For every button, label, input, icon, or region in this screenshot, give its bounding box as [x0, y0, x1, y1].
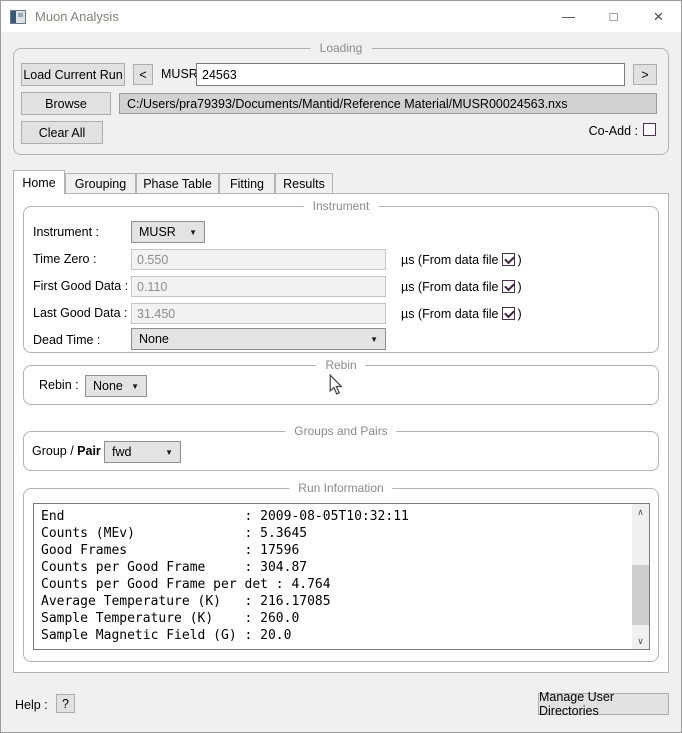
close-button[interactable]: × — [636, 1, 681, 32]
time-zero-from-file-checkbox[interactable] — [501, 253, 515, 266]
tab-phase-table[interactable]: Phase Table — [136, 173, 219, 193]
loading-group-title: Loading — [310, 41, 372, 55]
load-current-run-button[interactable]: Load Current Run — [21, 63, 125, 86]
time-zero-input — [131, 249, 386, 270]
instrument-combobox[interactable]: MUSR ▼ — [131, 221, 205, 243]
title-bar: Muon Analysis — □ × — [1, 1, 681, 32]
dead-time-combobox-value: None — [139, 332, 169, 346]
rebin-combobox[interactable]: None ▼ — [85, 375, 147, 397]
rebin-combobox-value: None — [93, 379, 123, 393]
window-title: Muon Analysis — [35, 9, 119, 24]
next-run-button[interactable]: > — [633, 64, 657, 85]
tab-fitting[interactable]: Fitting — [219, 173, 275, 193]
chevron-down-icon: ▼ — [370, 334, 378, 344]
first-good-from-file-checkbox[interactable] — [501, 280, 515, 293]
tab-home[interactable]: Home — [13, 170, 65, 194]
run-info-scrollbar[interactable]: ∧ ∨ — [632, 504, 649, 649]
instrument-group-title: Instrument — [303, 199, 379, 213]
rebin-group-title: Rebin — [316, 358, 366, 372]
co-add-label: Co-Add : — [588, 124, 638, 138]
group-pair-label-prefix: Group / — [32, 444, 74, 458]
window-controls: — □ × — [546, 1, 681, 32]
group-pair-combobox-value: fwd — [112, 445, 132, 459]
instrument-combobox-value: MUSR — [139, 225, 176, 239]
manage-user-directories-button[interactable]: Manage User Directories — [538, 690, 669, 718]
group-pair-combobox[interactable]: fwd ▼ — [104, 441, 181, 463]
tab-grouping[interactable]: Grouping — [65, 173, 136, 193]
last-good-from-file-checkbox[interactable] — [501, 307, 515, 320]
first-good-data-unit: µs (From data file ) — [401, 276, 522, 297]
previous-run-button[interactable]: < — [133, 64, 153, 85]
run-information-group-title: Run Information — [289, 481, 393, 495]
first-good-data-input — [131, 276, 386, 297]
help-label: Help : — [15, 698, 48, 712]
loading-group: Loading Load Current Run < MUSR > Browse… — [13, 41, 669, 155]
groups-pairs-group: Groups and Pairs Group / Pair : fwd ▼ — [23, 424, 659, 471]
file-path-field[interactable]: C:/Users/pra79393/Documents/Mantid/Refer… — [119, 93, 657, 114]
help-button[interactable]: ? — [56, 694, 75, 713]
dead-time-combobox[interactable]: None ▼ — [131, 328, 386, 350]
chevron-down-icon: ▼ — [189, 227, 197, 237]
run-information-textarea[interactable]: End : 2009-08-05T10:32:11 Counts (MEv) :… — [33, 503, 650, 650]
rebin-group: Rebin Rebin : None ▼ — [23, 358, 659, 405]
instrument-prefix-label: MUSR — [161, 67, 198, 81]
first-good-unit-label: µs (From data file — [401, 279, 499, 294]
last-good-unit-label: µs (From data file — [401, 306, 499, 321]
time-zero-label: Time Zero : — [33, 252, 97, 266]
last-good-unit-suffix: ) — [517, 306, 522, 321]
instrument-group: Instrument Instrument : MUSR ▼ Time Zero… — [23, 199, 659, 353]
app-icon — [10, 9, 26, 24]
groups-pairs-group-title: Groups and Pairs — [285, 424, 397, 438]
clear-all-button[interactable]: Clear All — [21, 121, 103, 144]
scroll-up-icon[interactable]: ∧ — [632, 504, 649, 520]
muon-analysis-window: Muon Analysis — □ × Loading Load Current… — [0, 0, 682, 733]
group-pair-label: Group / Pair : — [32, 444, 108, 458]
last-good-data-unit: µs (From data file ) — [401, 303, 522, 324]
rebin-label: Rebin : — [39, 378, 79, 392]
run-number-input[interactable] — [196, 63, 625, 86]
maximize-button[interactable]: □ — [591, 1, 636, 32]
first-good-data-label: First Good Data : — [33, 279, 129, 293]
browse-button[interactable]: Browse — [21, 92, 111, 115]
tab-results[interactable]: Results — [275, 173, 333, 193]
minimize-button[interactable]: — — [546, 1, 591, 32]
instrument-label: Instrument : — [33, 225, 99, 239]
scrollbar-thumb[interactable] — [632, 565, 649, 625]
first-good-unit-suffix: ) — [517, 279, 522, 294]
time-zero-unit: µs (From data file ) — [401, 249, 522, 270]
dead-time-label: Dead Time : — [33, 333, 101, 347]
co-add-checkbox[interactable] — [643, 123, 656, 136]
run-information-text[interactable]: End : 2009-08-05T10:32:11 Counts (MEv) :… — [34, 504, 632, 649]
chevron-down-icon: ▼ — [131, 381, 139, 391]
scroll-down-icon[interactable]: ∨ — [632, 633, 649, 649]
run-information-group: Run Information End : 2009-08-05T10:32:1… — [23, 481, 659, 662]
time-zero-unit-suffix: ) — [517, 252, 522, 267]
time-zero-unit-label: µs (From data file — [401, 252, 499, 267]
last-good-data-label: Last Good Data : — [33, 306, 128, 320]
last-good-data-input — [131, 303, 386, 324]
chevron-down-icon: ▼ — [165, 447, 173, 457]
